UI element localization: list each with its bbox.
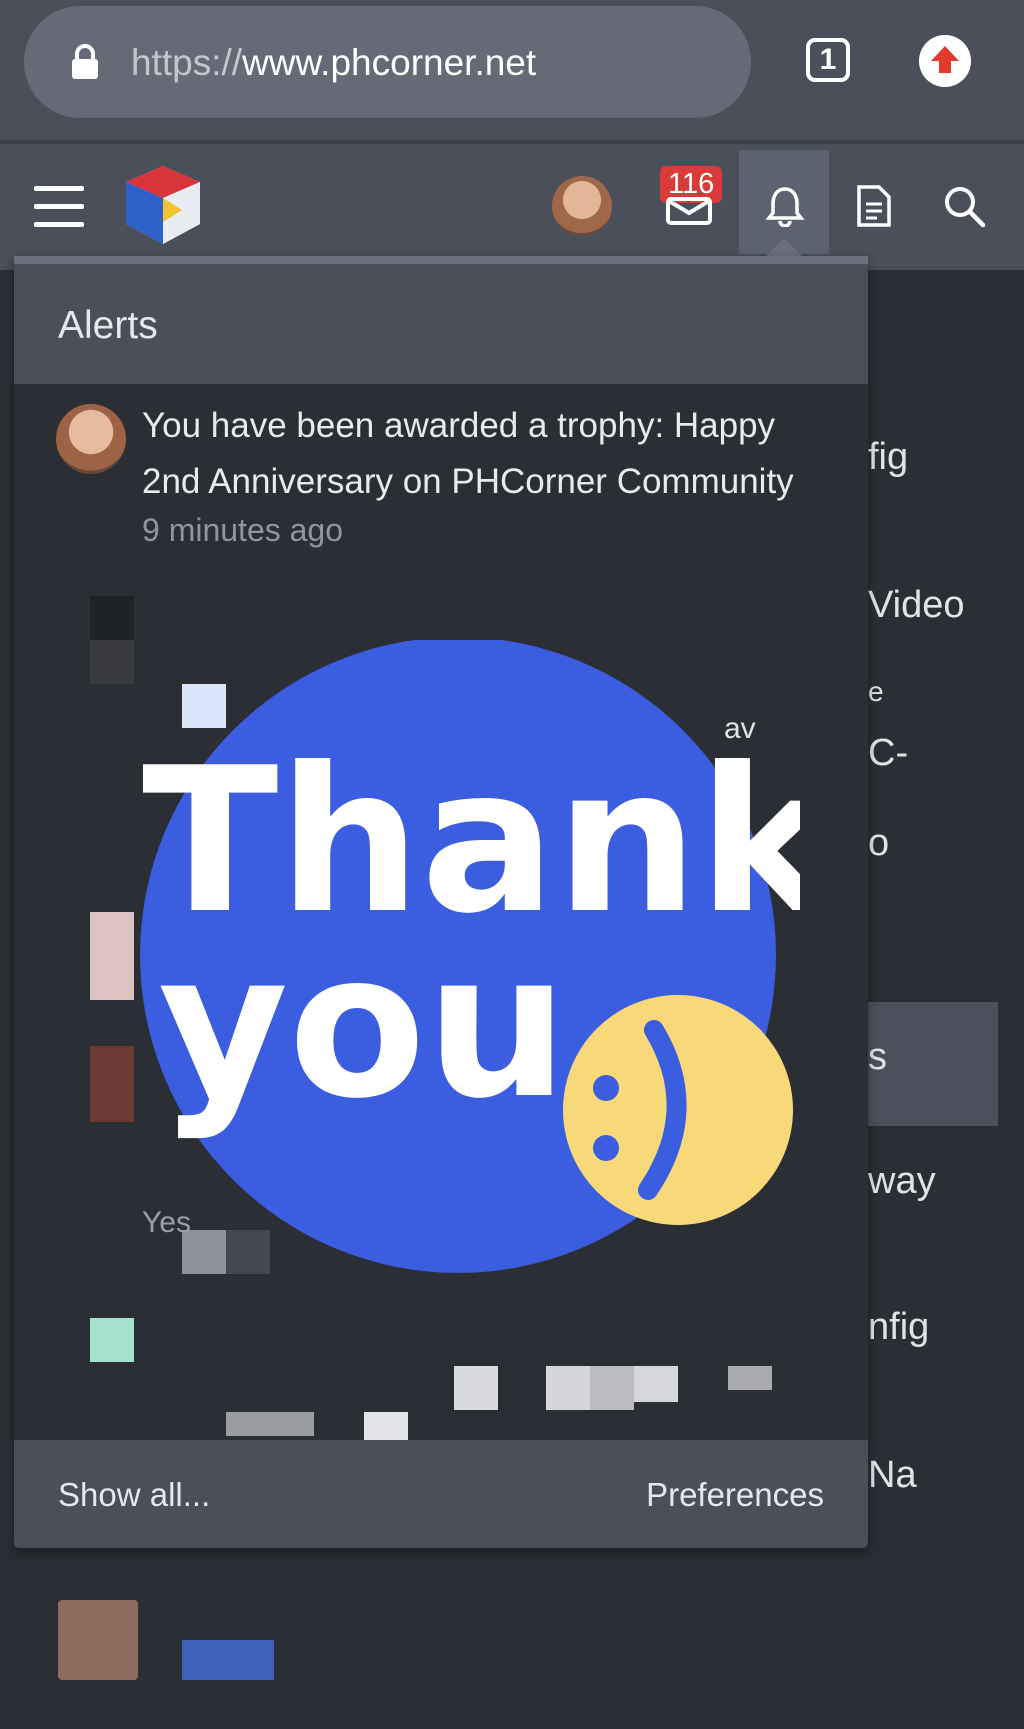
smiley-eye (593, 1135, 619, 1161)
inbox-icon[interactable] (665, 185, 713, 225)
menu-icon[interactable] (34, 186, 84, 228)
blurred-block (634, 1366, 678, 1402)
background-text: e (868, 676, 884, 707)
search-icon[interactable] (942, 184, 986, 228)
alert-time: 9 minutes ago (142, 512, 344, 548)
lock-icon (72, 44, 98, 79)
address-bar[interactable]: https://www.phcorner.net (24, 6, 751, 118)
blurred-block (364, 1412, 408, 1440)
background-text: nfig (868, 1306, 930, 1348)
blurred-block (454, 1366, 498, 1410)
background-text: Na (868, 1454, 917, 1496)
background-text: s (868, 1036, 887, 1078)
blurred-block (590, 1366, 634, 1410)
background-text: Video (868, 584, 965, 626)
blurred-block (90, 596, 134, 640)
document-icon[interactable] (855, 184, 893, 228)
alert-text[interactable]: You have been awarded a trophy: Happy 2n… (142, 398, 842, 510)
alerts-header: Alerts (14, 256, 868, 384)
tab-switcher-button[interactable]: 1 (806, 38, 850, 82)
background-text: o (868, 822, 890, 864)
show-all-link[interactable]: Show all... (58, 1476, 210, 1514)
background-text: way (868, 1160, 936, 1202)
dropdown-caret (764, 238, 804, 258)
sticker-text-line2: you (158, 910, 568, 1143)
background-text: C- (868, 732, 909, 774)
alerts-title: Alerts (58, 304, 158, 347)
url-text: https://www.phcorner.net (131, 42, 537, 83)
alerts-footer: Show all... Preferences (14, 1440, 868, 1548)
smiley-eye (593, 1075, 619, 1101)
thank-you-sticker: Thank you (140, 640, 800, 1273)
blurred-block (728, 1366, 772, 1390)
background-text: fig (868, 436, 909, 478)
blurred-avatar (58, 1600, 138, 1680)
bell-icon[interactable] (764, 185, 806, 227)
preferences-link[interactable]: Preferences (646, 1476, 824, 1514)
blurred-block (546, 1366, 590, 1410)
user-avatar[interactable] (552, 176, 612, 236)
blurred-block (90, 1318, 134, 1362)
avatar (56, 404, 126, 474)
background-panel (868, 1002, 998, 1126)
upload-arrow-icon[interactable] (919, 35, 971, 87)
blurred-block (182, 1640, 274, 1680)
blurred-block (226, 1412, 314, 1436)
site-logo[interactable] (120, 162, 206, 248)
